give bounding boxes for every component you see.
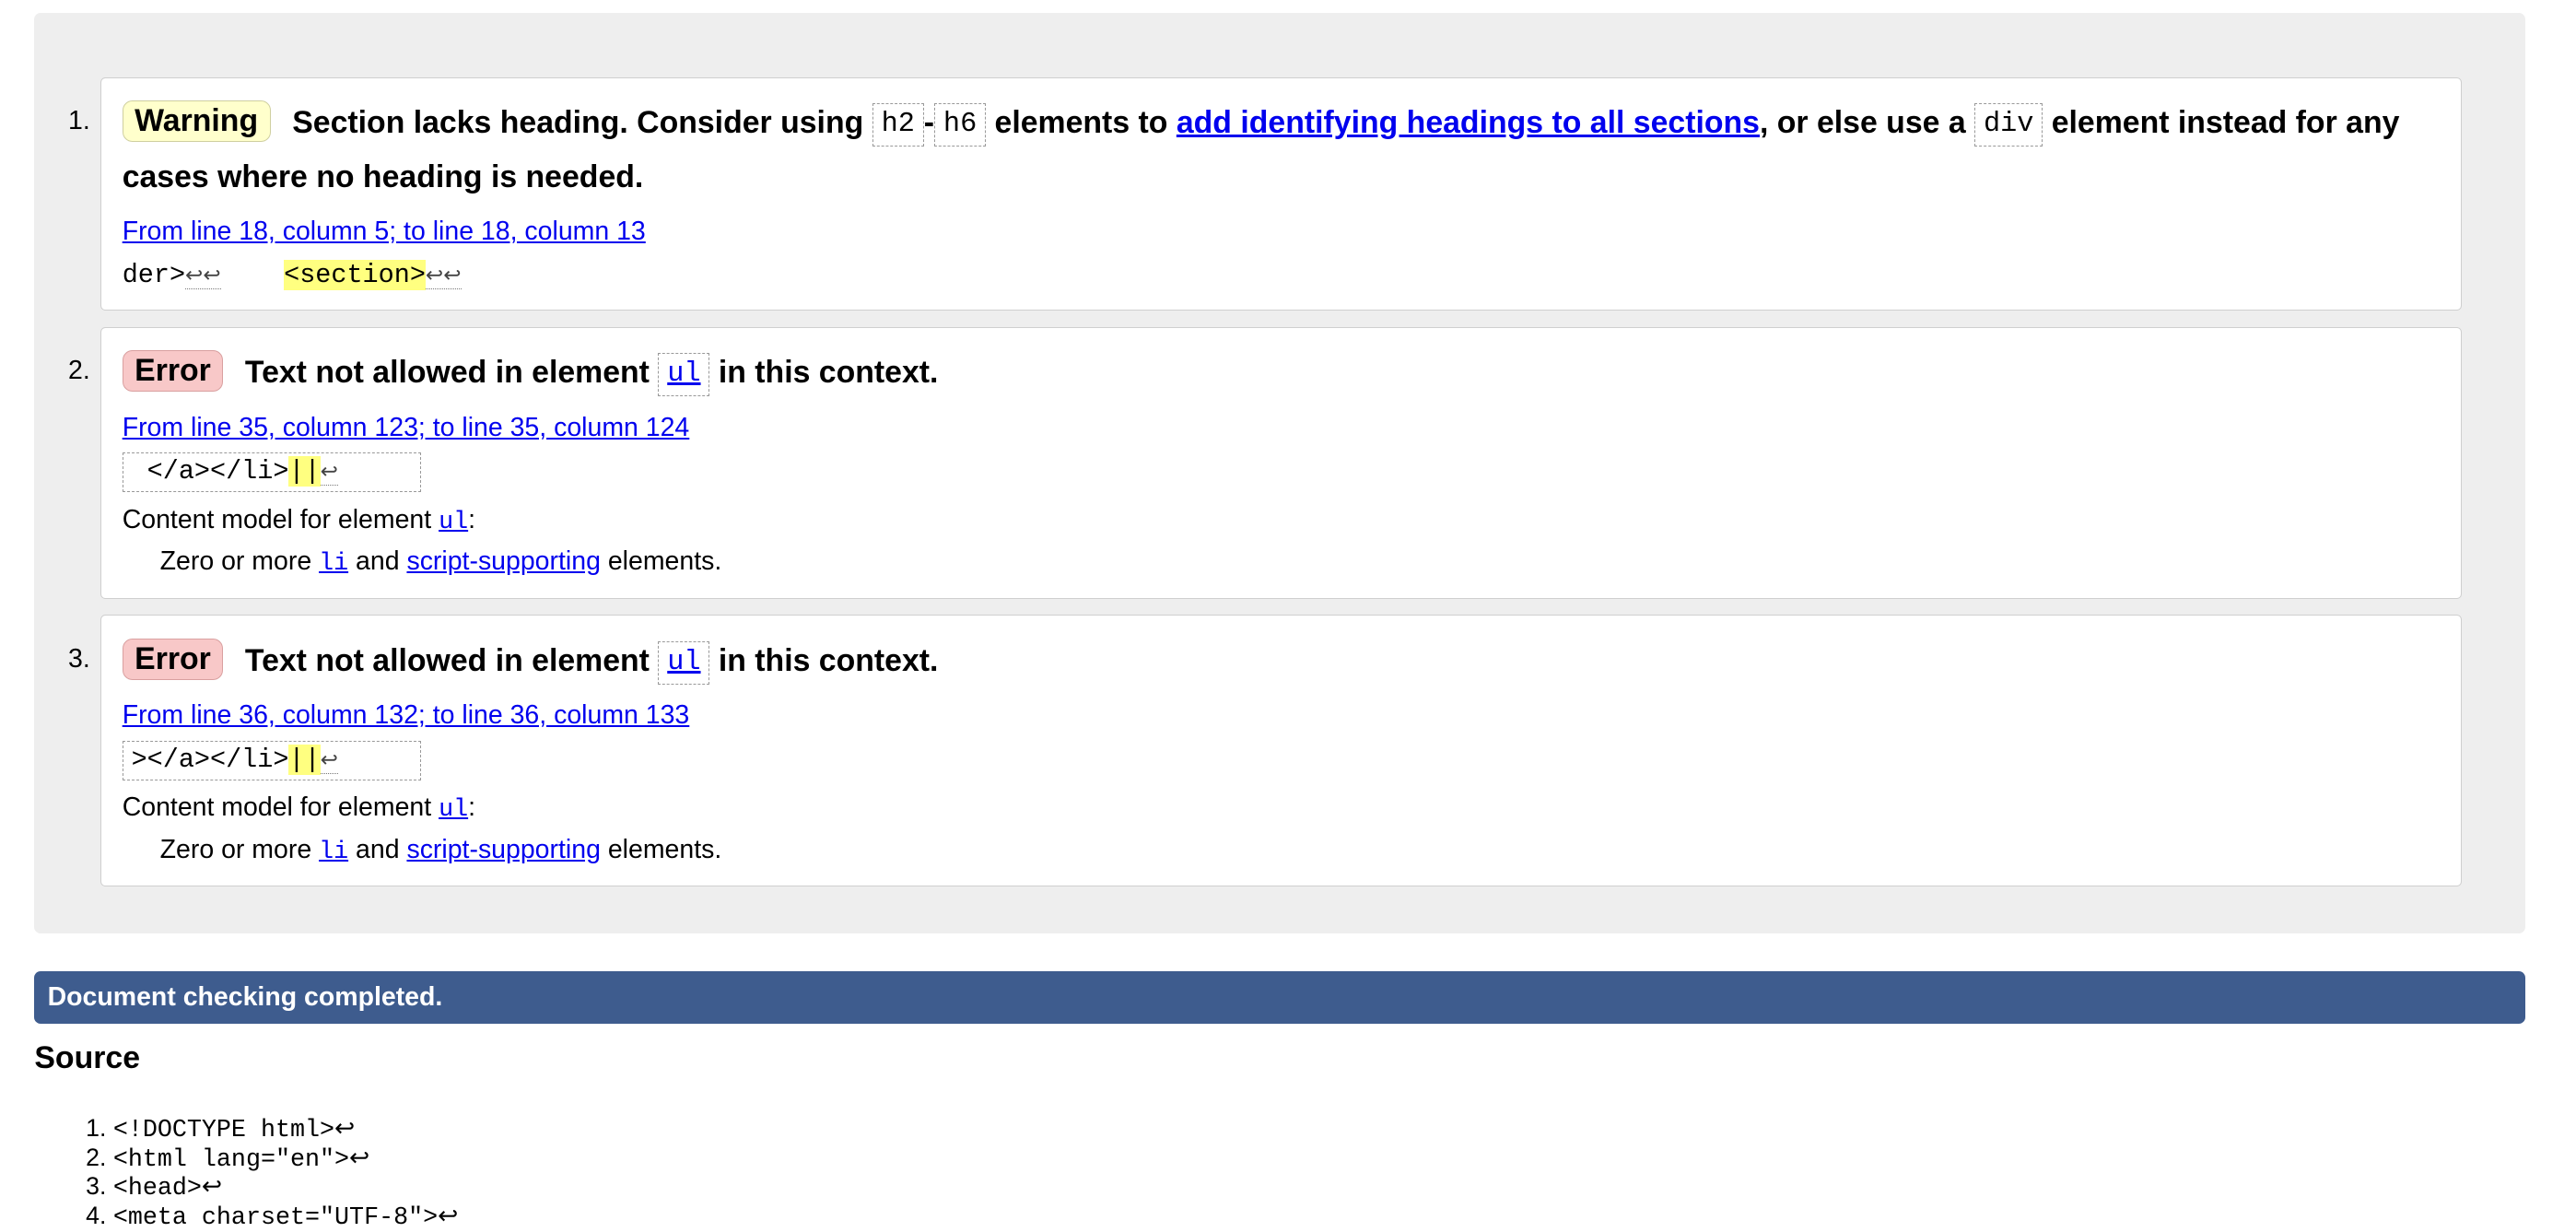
- ul-element-link[interactable]: ul: [439, 509, 468, 536]
- content-model-text: elements.: [607, 835, 722, 865]
- message-part: elements to: [994, 105, 1168, 141]
- message-part: Text not allowed in element: [244, 355, 650, 391]
- message-part: Section lacks heading. Consider using: [292, 105, 864, 141]
- code-extract: der>↩↩ <section>↩↩: [123, 257, 2440, 295]
- location-link[interactable]: From line 18, column 5; to line 18, colu…: [123, 214, 2440, 250]
- content-model-body: Zero or more li and script-supporting el…: [160, 544, 2440, 582]
- source-line-text: <!DOCTYPE html>↩: [112, 1117, 356, 1145]
- script-supporting-link[interactable]: script-supporting: [406, 835, 600, 864]
- line-feed-marker: ↩↩: [185, 264, 221, 289]
- source-listing: <!DOCTYPE html>↩ <html lang="en">↩ <head…: [34, 1115, 459, 1232]
- code-extract: ></a></li>||↩: [122, 740, 421, 780]
- extract-highlight: <section>: [284, 259, 426, 290]
- message-text: Error Text not allowed in element ul in …: [122, 346, 2440, 400]
- code-ul: ul: [658, 353, 710, 396]
- colon: :: [468, 504, 476, 534]
- li-element-link[interactable]: li: [319, 550, 348, 578]
- message-list: Warning Section lacks heading. Consider …: [34, 13, 2525, 887]
- message-part: in this context.: [718, 355, 939, 391]
- source-line-text: <head>↩: [112, 1175, 223, 1203]
- content-model: Content model for element ul:: [123, 502, 2440, 541]
- extract-text: ></a></li>: [131, 744, 289, 775]
- code-ul: ul: [658, 641, 710, 685]
- extract-text: </a></li>: [131, 455, 289, 487]
- message-part: Text not allowed in element: [244, 642, 650, 678]
- dash: -: [923, 105, 935, 141]
- script-supporting-link[interactable]: script-supporting: [406, 546, 600, 576]
- line-feed-marker: ↩: [320, 748, 338, 774]
- code-div: div: [1974, 103, 2043, 147]
- ul-element-link[interactable]: ul: [667, 647, 700, 678]
- source-line: <html lang="en">↩: [113, 1144, 459, 1173]
- message-part: , or else use a: [1759, 105, 1966, 141]
- message-text: Warning Section lacks heading. Consider …: [122, 96, 2440, 204]
- message-error: Error Text not allowed in element ul in …: [68, 326, 2462, 599]
- message-error: Error Text not allowed in element ul in …: [68, 615, 2462, 887]
- content-model-body: Zero or more li and script-supporting el…: [160, 832, 2440, 871]
- extract-text: der>: [122, 259, 186, 290]
- content-model-label: Content model for element: [122, 504, 432, 534]
- source-line: <head>↩: [113, 1173, 459, 1202]
- extract-highlight: ||: [288, 455, 321, 487]
- source-heading: Source: [34, 1039, 141, 1075]
- colon: :: [468, 792, 476, 823]
- line-feed-marker: ↩↩: [425, 264, 462, 289]
- extract-gap: [221, 260, 284, 290]
- location-link[interactable]: From line 35, column 123; to line 35, co…: [123, 410, 2440, 446]
- results-panel: Warning Section lacks heading. Consider …: [34, 13, 2526, 933]
- li-element-link[interactable]: li: [319, 839, 348, 866]
- content-model-text: and: [356, 546, 400, 577]
- message-text: Error Text not allowed in element ul in …: [122, 634, 2440, 688]
- ul-element-link[interactable]: ul: [439, 796, 468, 824]
- warning-badge: Warning: [122, 100, 271, 143]
- status-bar: Document checking completed.: [34, 970, 2526, 1024]
- content-model: Content model for element ul:: [123, 790, 2440, 828]
- code-h2: h2: [872, 103, 924, 147]
- error-badge: Error: [122, 639, 224, 680]
- message-warning: Warning Section lacks heading. Consider …: [68, 76, 2462, 311]
- content-model-text: elements.: [607, 546, 722, 577]
- location-link[interactable]: From line 36, column 132; to line 36, co…: [123, 698, 2440, 733]
- content-model-text: and: [356, 835, 400, 865]
- content-model-text: Zero or more: [159, 546, 312, 577]
- message-part: in this context.: [718, 642, 939, 678]
- content-model-label: Content model for element: [122, 792, 432, 823]
- code-h6: h6: [934, 103, 987, 147]
- source-line: <!DOCTYPE html>↩: [113, 1115, 459, 1144]
- content-model-text: Zero or more: [159, 835, 312, 865]
- line-feed-marker: ↩: [320, 460, 338, 486]
- source-line-text: <meta charset="UTF-8">↩: [112, 1203, 459, 1232]
- code-extract: </a></li>||↩: [122, 452, 421, 492]
- headings-link[interactable]: add identifying headings to all sections: [1177, 105, 1760, 140]
- source-line-text: <html lang="en">↩: [112, 1145, 370, 1174]
- extract-highlight: ||: [288, 744, 321, 775]
- ul-element-link[interactable]: ul: [667, 358, 700, 390]
- error-badge: Error: [122, 350, 224, 393]
